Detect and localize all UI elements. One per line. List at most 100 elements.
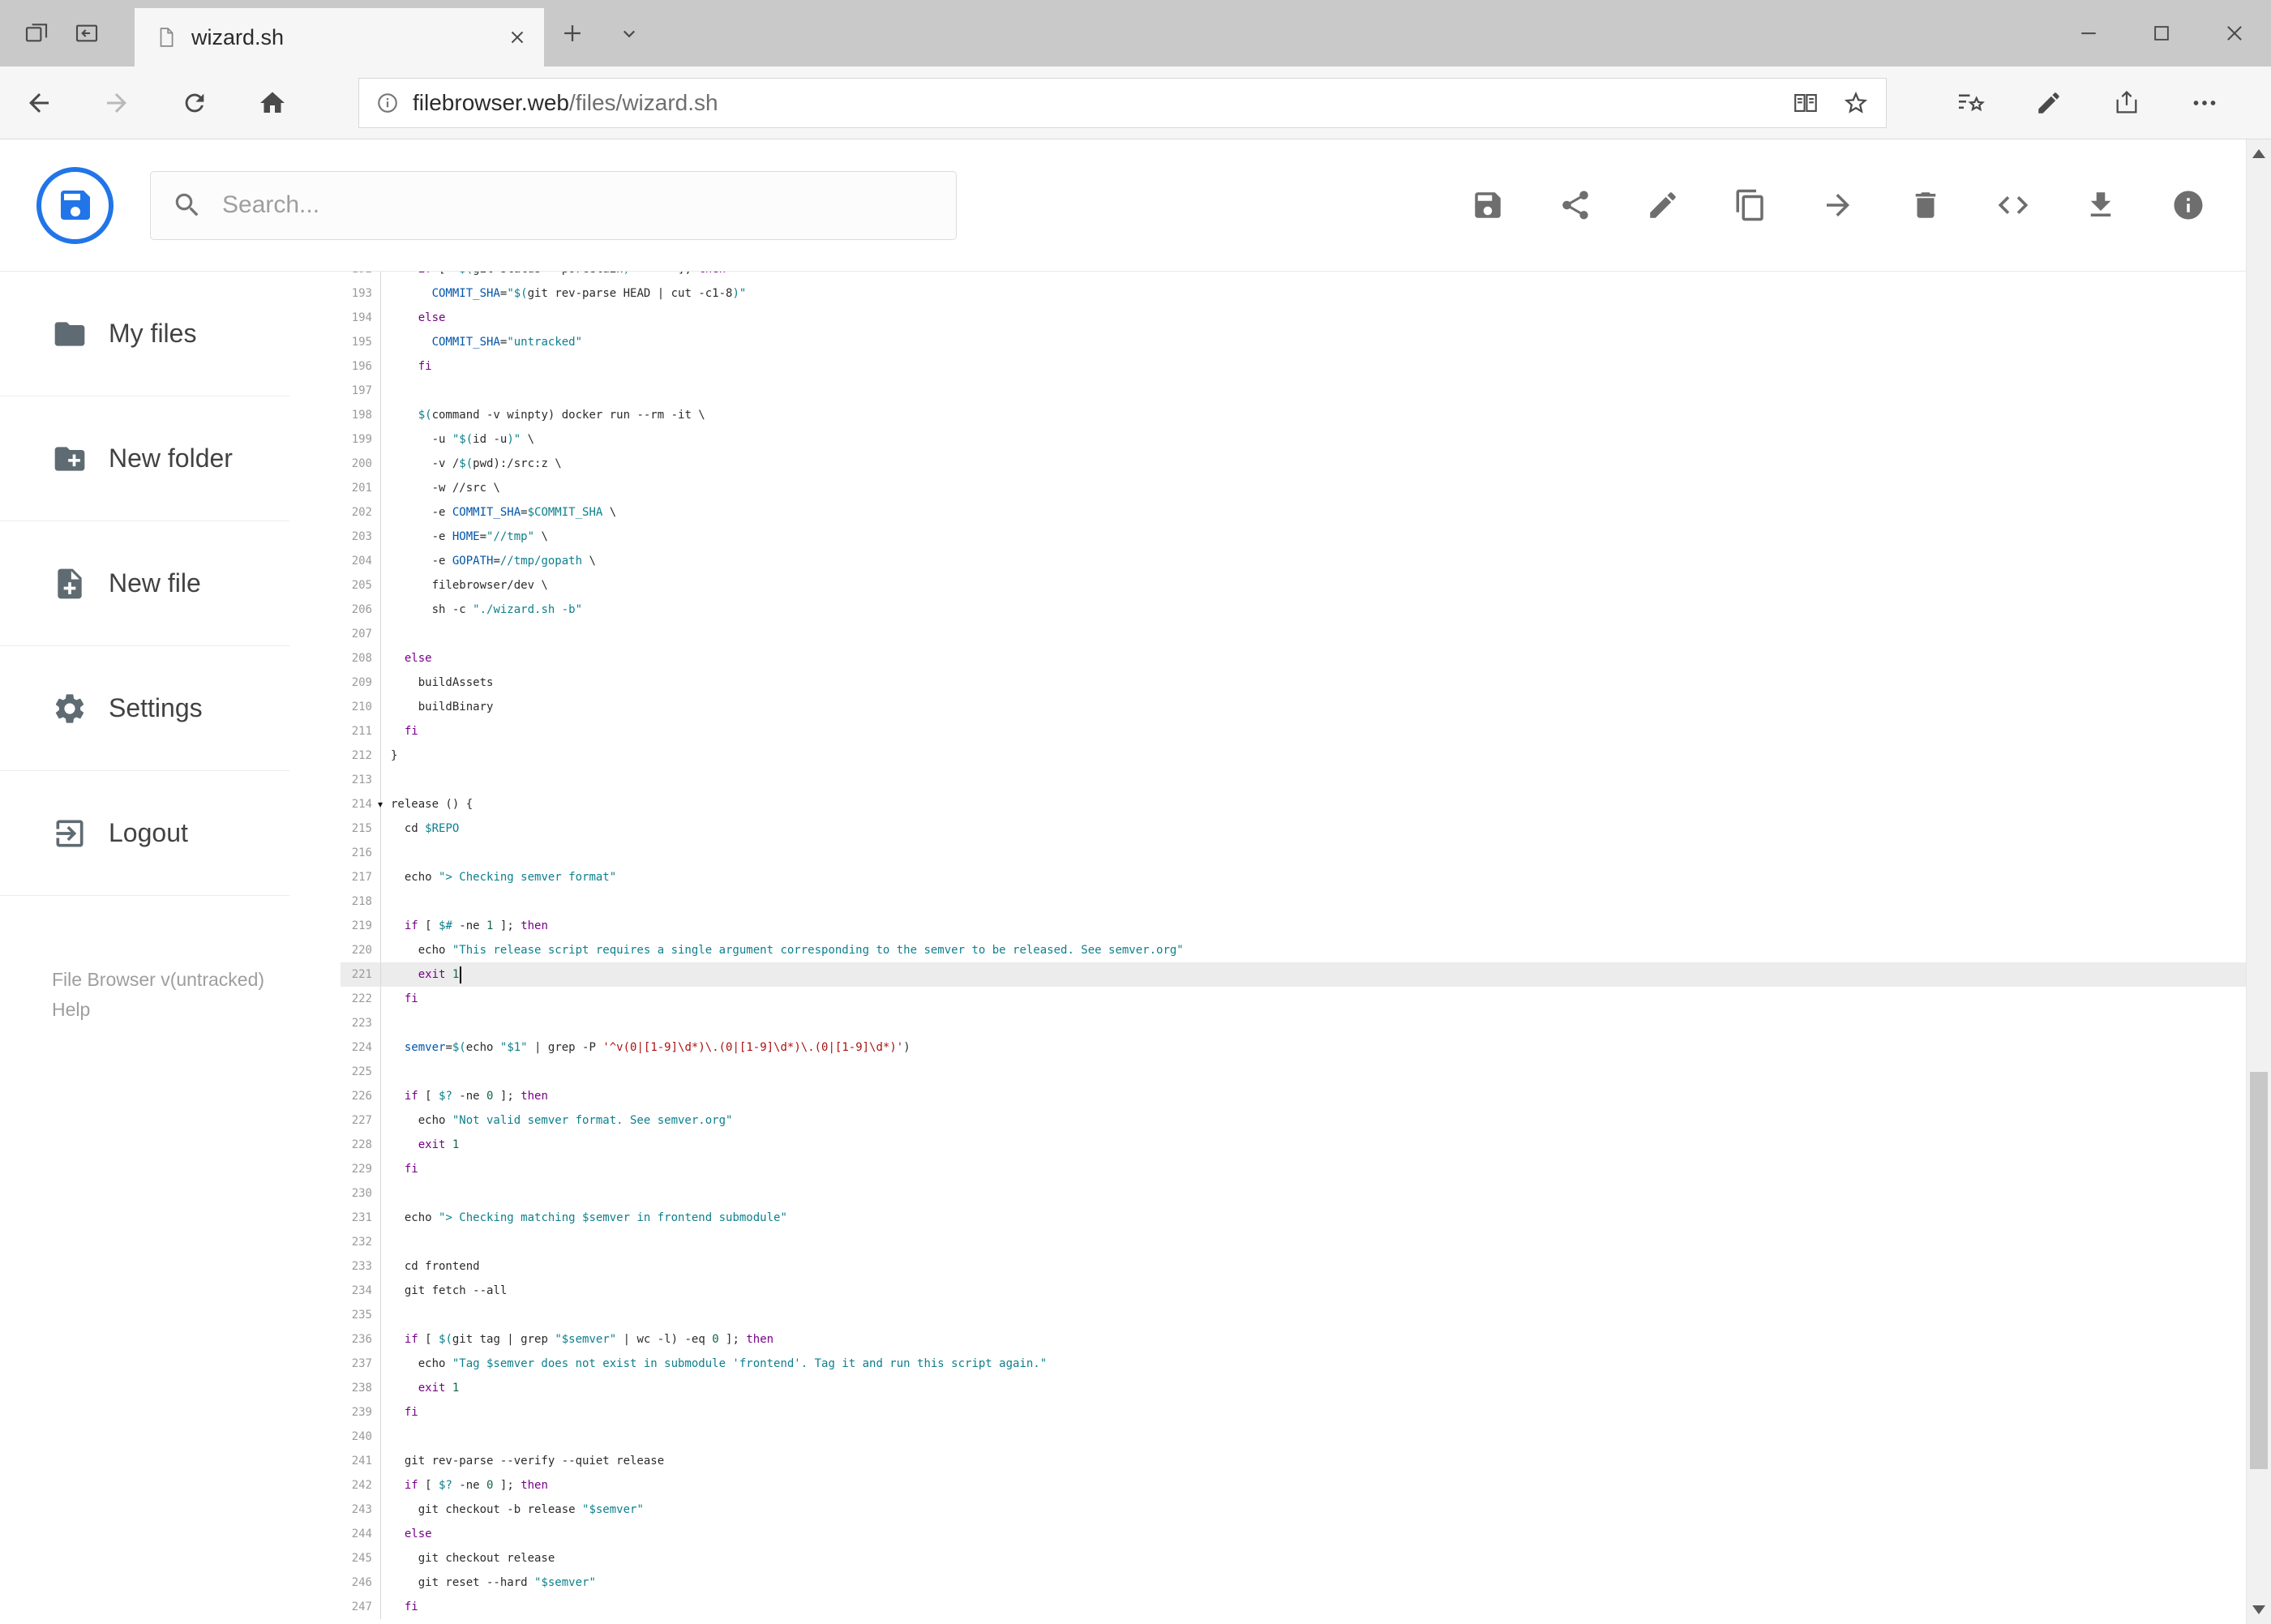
- code-line[interactable]: 227 echo "Not valid semver format. See s…: [341, 1108, 2246, 1133]
- maximize-button[interactable]: [2125, 0, 2198, 66]
- code-line[interactable]: 245 git checkout release: [341, 1546, 2246, 1570]
- code-editor[interactable]: 192 if [ "$(git status --porcelain)" = "…: [341, 272, 2246, 1624]
- code-line[interactable]: 229 fi: [341, 1157, 2246, 1181]
- code-line[interactable]: 231 echo "> Checking matching $semver in…: [341, 1206, 2246, 1230]
- code-line[interactable]: 219 if [ $# -ne 1 ]; then: [341, 914, 2246, 938]
- code-line[interactable]: 217 echo "> Checking semver format": [341, 865, 2246, 889]
- search-input[interactable]: [221, 191, 935, 220]
- fold-arrow-icon[interactable]: ▾: [378, 792, 383, 816]
- share-page-button[interactable]: [2088, 66, 2166, 139]
- code-line[interactable]: 242 if [ $? -ne 0 ]; then: [341, 1473, 2246, 1498]
- reading-view-icon[interactable]: [1792, 89, 1819, 117]
- code-line[interactable]: 233 cd frontend: [341, 1254, 2246, 1279]
- info-button[interactable]: [2170, 187, 2206, 223]
- code-line[interactable]: 194 else: [341, 306, 2246, 330]
- code-line[interactable]: 226 if [ $? -ne 0 ]; then: [341, 1084, 2246, 1108]
- code-line[interactable]: 237 echo "Tag $semver does not exist in …: [341, 1352, 2246, 1376]
- code-line[interactable]: 211 fi: [341, 719, 2246, 743]
- share-button[interactable]: [1558, 187, 1593, 223]
- code-line[interactable]: 204 -e GOPATH=//tmp/gopath \: [341, 549, 2246, 573]
- code-line[interactable]: 225: [341, 1060, 2246, 1084]
- back-button[interactable]: [0, 66, 78, 139]
- scroll-down-icon[interactable]: [2252, 1605, 2265, 1614]
- code-line[interactable]: 198 $(command -v winpty) docker run --rm…: [341, 403, 2246, 427]
- code-line[interactable]: 230: [341, 1181, 2246, 1206]
- more-options-button[interactable]: [2166, 66, 2243, 139]
- code-line[interactable]: 212}: [341, 743, 2246, 768]
- sidebar-item-my-files[interactable]: My files: [0, 272, 289, 396]
- copy-button[interactable]: [1733, 187, 1768, 223]
- code-line[interactable]: 216: [341, 841, 2246, 865]
- forward-button[interactable]: [78, 66, 156, 139]
- refresh-button[interactable]: [156, 66, 234, 139]
- set-tabs-aside-button[interactable]: [62, 0, 112, 66]
- code-line[interactable]: 208 else: [341, 646, 2246, 671]
- download-button[interactable]: [2083, 187, 2119, 223]
- code-line[interactable]: 240: [341, 1425, 2246, 1449]
- page-scrollbar[interactable]: [2246, 139, 2271, 1624]
- search-box[interactable]: [150, 170, 957, 240]
- code-line[interactable]: 238 exit 1: [341, 1376, 2246, 1400]
- sidebar-item-new-folder[interactable]: New folder: [0, 396, 289, 521]
- new-tab-button[interactable]: [544, 0, 601, 66]
- delete-button[interactable]: [1908, 187, 1943, 223]
- sidebar-item-settings[interactable]: Settings: [0, 646, 289, 771]
- code-line[interactable]: 243 git checkout -b release "$semver": [341, 1498, 2246, 1522]
- tabs-set-aside-list-button[interactable]: [11, 0, 62, 66]
- code-line[interactable]: 224 semver=$(echo "$1" | grep -P '^v(0|[…: [341, 1035, 2246, 1060]
- code-line[interactable]: 235: [341, 1303, 2246, 1327]
- hub-button[interactable]: [1932, 66, 2010, 139]
- code-line[interactable]: 193 COMMIT_SHA="$(git rev-parse HEAD | c…: [341, 281, 2246, 306]
- code-line[interactable]: 197: [341, 379, 2246, 403]
- code-line[interactable]: 246 git reset --hard "$semver": [341, 1570, 2246, 1595]
- code-line[interactable]: 201 -w //src \: [341, 476, 2246, 500]
- code-line[interactable]: 203 -e HOME="//tmp" \: [341, 525, 2246, 549]
- code-line[interactable]: 218: [341, 889, 2246, 914]
- address-bar[interactable]: filebrowser.web/files/wizard.sh: [358, 77, 1887, 128]
- code-line[interactable]: 200 -v /$(pwd):/src:z \: [341, 452, 2246, 476]
- code-line[interactable]: 234 git fetch --all: [341, 1279, 2246, 1303]
- code-line[interactable]: 210 buildBinary: [341, 695, 2246, 719]
- scroll-up-icon[interactable]: [2252, 149, 2265, 158]
- code-line[interactable]: 220 echo "This release script requires a…: [341, 938, 2246, 962]
- code-line[interactable]: 213: [341, 768, 2246, 792]
- scrollbar-thumb[interactable]: [2250, 1072, 2268, 1469]
- web-note-button[interactable]: [2010, 66, 2088, 139]
- code-line[interactable]: 221 exit 1: [341, 962, 2246, 987]
- code-line[interactable]: 205 filebrowser/dev \: [341, 573, 2246, 598]
- help-link[interactable]: Help: [52, 995, 341, 1025]
- tab-preview-toggle[interactable]: [601, 0, 658, 66]
- home-button[interactable]: [234, 66, 311, 139]
- code-line[interactable]: 209 buildAssets: [341, 671, 2246, 695]
- code-line[interactable]: 202 -e COMMIT_SHA=$COMMIT_SHA \: [341, 500, 2246, 525]
- code-line[interactable]: 247 fi: [341, 1595, 2246, 1619]
- code-line[interactable]: 195 COMMIT_SHA="untracked": [341, 330, 2246, 354]
- code-line[interactable]: 199 -u "$(id -u)" \: [341, 427, 2246, 452]
- sidebar-item-new-file[interactable]: New file: [0, 521, 289, 646]
- favorite-star-icon[interactable]: [1842, 89, 1870, 117]
- browser-tab[interactable]: wizard.sh: [135, 8, 544, 66]
- code-line[interactable]: 206 sh -c "./wizard.sh -b": [341, 598, 2246, 622]
- minimize-button[interactable]: [2052, 0, 2125, 66]
- code-view-button[interactable]: [1995, 187, 2031, 223]
- tab-close-icon[interactable]: [507, 27, 528, 48]
- code-line[interactable]: 192 if [ "$(git status --porcelain)" = "…: [341, 272, 2246, 281]
- code-line[interactable]: 236 if [ $(git tag | grep "$semver" | wc…: [341, 1327, 2246, 1352]
- code-line[interactable]: 215 cd $REPO: [341, 816, 2246, 841]
- code-line[interactable]: 239 fi: [341, 1400, 2246, 1425]
- code-line[interactable]: 244 else: [341, 1522, 2246, 1546]
- code-line[interactable]: 232: [341, 1230, 2246, 1254]
- sidebar-item-logout[interactable]: Logout: [0, 771, 289, 896]
- code-line[interactable]: 214 ▾ release () {: [341, 792, 2246, 816]
- code-line[interactable]: 241 git rev-parse --verify --quiet relea…: [341, 1449, 2246, 1473]
- app-logo[interactable]: [36, 166, 114, 244]
- edit-button[interactable]: [1645, 187, 1681, 223]
- move-button[interactable]: [1820, 187, 1856, 223]
- code-line[interactable]: 223: [341, 1011, 2246, 1035]
- code-line[interactable]: 207: [341, 622, 2246, 646]
- site-info-icon[interactable]: [375, 91, 400, 115]
- code-line[interactable]: 222 fi: [341, 987, 2246, 1011]
- save-button[interactable]: [1470, 187, 1506, 223]
- close-button[interactable]: [2198, 0, 2271, 66]
- code-line[interactable]: 196 fi: [341, 354, 2246, 379]
